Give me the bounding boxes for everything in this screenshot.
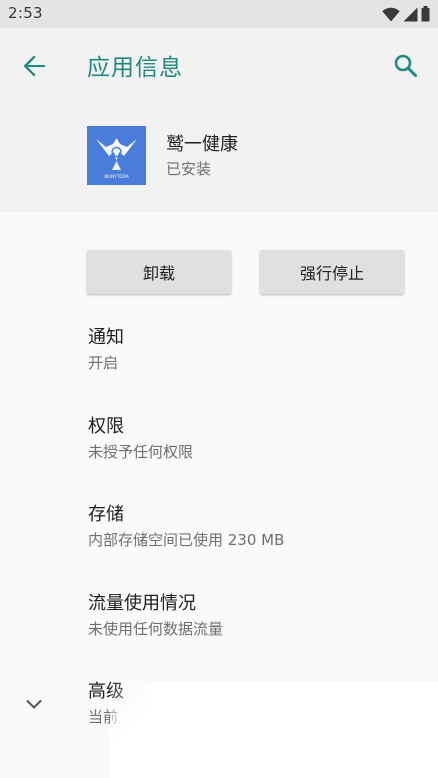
status-time: 2:53 [8, 4, 43, 22]
search-icon [390, 54, 422, 86]
signal-icon [403, 7, 418, 22]
search-button[interactable] [390, 50, 422, 82]
pref-storage[interactable]: 存储 内部存储空间已使用 230 MB [88, 503, 418, 551]
pref-title: 存储 [88, 504, 124, 525]
screen-glare-overlay [150, 682, 438, 778]
app-info-content: 卸载 强行停止 通知 开启 权限 未授予任何权限 存储 内部存储空间已使用 23… [0, 212, 438, 778]
app-bar: 应用信息 [0, 28, 438, 100]
pref-summary: 内部存储空间已使用 230 MB [88, 531, 285, 549]
expand-advanced-button[interactable] [22, 692, 46, 716]
pref-title: 权限 [88, 416, 124, 437]
pref-summary: 未使用任何数据流量 [88, 620, 224, 638]
pref-summary: 未授予任何权限 [88, 443, 194, 461]
pref-title: 通知 [88, 327, 124, 348]
battery-icon [421, 6, 430, 22]
app-logo-icon: IKUNYTOOA [87, 126, 146, 185]
page-title: 应用信息 [87, 55, 183, 81]
pref-title: 流量使用情况 [88, 593, 196, 614]
force-stop-button[interactable]: 强行停止 [260, 250, 404, 294]
back-button[interactable] [18, 50, 50, 82]
pref-permissions[interactable]: 权限 未授予任何权限 [88, 415, 418, 463]
uninstall-button[interactable]: 卸载 [87, 250, 231, 294]
arrow-back-icon [18, 55, 50, 86]
status-bar: 2:53 [0, 0, 438, 28]
svg-text:IKUNYTOOA: IKUNYTOOA [104, 174, 129, 179]
status-icons [382, 6, 430, 22]
pref-notifications[interactable]: 通知 开启 [88, 326, 418, 374]
app-icon: IKUNYTOOA [87, 126, 146, 185]
chevron-down-icon [22, 699, 46, 720]
app-install-status: 已安装 [166, 160, 212, 178]
pref-data-usage[interactable]: 流量使用情况 未使用任何数据流量 [88, 592, 418, 640]
app-name: 鹫一健康 [166, 134, 238, 155]
wifi-icon [382, 7, 400, 22]
app-header: IKUNYTOOA 鹫一健康 已安装 [0, 100, 438, 212]
pref-summary: 开启 [88, 354, 119, 372]
